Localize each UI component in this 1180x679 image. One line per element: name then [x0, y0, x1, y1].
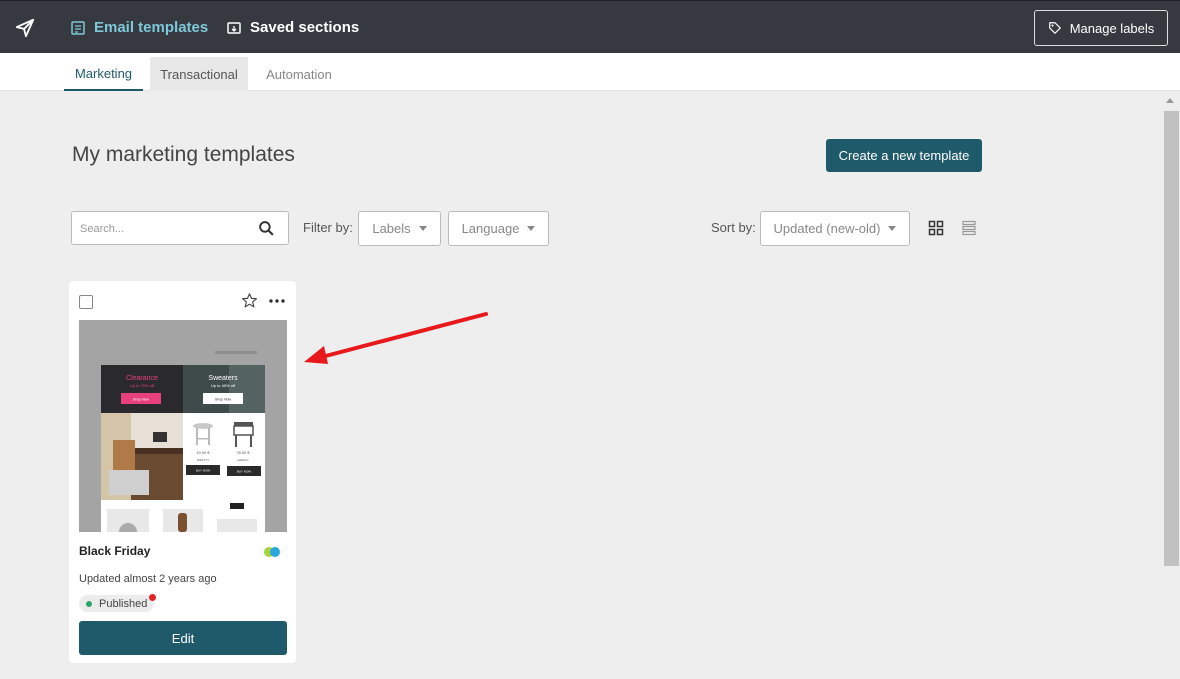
updated-timestamp: Updated almost 2 years ago [79, 573, 217, 585]
sort-dropdown-value: Updated (new-old) [773, 221, 881, 236]
thumb-buy-now-2: BUY NOW [237, 470, 251, 474]
tab-automation[interactable]: Automation [254, 57, 344, 91]
status-badge-label: Published [99, 597, 148, 610]
search-box [71, 211, 289, 245]
nav-saved-sections[interactable]: Saved sections [226, 1, 359, 54]
sort-dropdown[interactable]: Updated (new-old) [760, 211, 910, 246]
star-icon[interactable] [241, 292, 258, 309]
nav-saved-sections-label: Saved sections [250, 19, 360, 36]
scrollbar-thumb[interactable] [1164, 111, 1179, 566]
thumb-sweaters-sub: Up to 40% off [211, 383, 236, 388]
thumb-sweaters-text: Sweaters [208, 375, 238, 382]
thumb-buy-now-1: BUY NOW [196, 469, 210, 473]
manage-labels-button[interactable]: Manage labels [1034, 10, 1168, 46]
more-options-icon[interactable] [269, 299, 285, 303]
template-title[interactable]: Black Friday [79, 544, 150, 558]
annotation-arrow-icon [304, 312, 488, 364]
thumb-name-2: HARALT [237, 458, 249, 462]
tab-transactional[interactable]: Transactional [150, 57, 248, 91]
nav-email-templates[interactable]: Email templates [70, 1, 208, 54]
template-icon [71, 20, 85, 35]
email-preview-image: Clearance Up to 70% off Shop Now Sweater… [79, 320, 287, 532]
status-badge: Published [79, 595, 155, 612]
notification-dot-icon [149, 594, 156, 601]
thumb-shop-now-1: Shop Now [133, 398, 150, 402]
language-indicator-icon [264, 547, 282, 557]
filter-by-label: Filter by: [303, 220, 353, 235]
manage-labels-label: Manage labels [1069, 20, 1155, 36]
nav-email-templates-label: Email templates [94, 19, 209, 36]
template-card: Clearance Up to 70% off Shop Now Sweater… [69, 281, 296, 663]
language-dropdown[interactable]: Language [448, 211, 549, 246]
thumb-clearance-sub: Up to 70% off [130, 383, 155, 388]
chevron-down-icon [527, 226, 536, 231]
saved-folder-icon [227, 21, 241, 34]
chevron-down-icon [888, 226, 897, 231]
tag-icon [1048, 22, 1061, 34]
grid-view-icon[interactable] [928, 220, 944, 236]
published-dot-icon [86, 600, 92, 607]
tab-bar: Marketing Transactional Automation [0, 53, 1180, 91]
thumb-price-1: 19.90 € [196, 450, 210, 455]
sort-by-label: Sort by: [711, 220, 756, 235]
labels-dropdown-label: Labels [372, 221, 411, 236]
thumb-clearance-text: Clearance [126, 375, 158, 382]
top-bar: Email templates Saved sections Manage la… [0, 0, 1180, 53]
list-view-icon[interactable] [961, 220, 977, 236]
page-title: My marketing templates [72, 143, 295, 166]
thumb-name-1: GRETTY [197, 458, 209, 462]
template-thumbnail[interactable]: Clearance Up to 70% off Shop Now Sweater… [79, 320, 287, 532]
search-input[interactable] [80, 219, 250, 239]
create-template-button[interactable]: Create a new template [826, 139, 982, 172]
edit-button[interactable]: Edit [79, 621, 287, 655]
search-icon[interactable] [258, 220, 275, 237]
scroll-up-arrow-icon[interactable] [1166, 98, 1174, 103]
labels-dropdown[interactable]: Labels [358, 211, 441, 246]
chevron-down-icon [418, 226, 427, 231]
tab-marketing[interactable]: Marketing [64, 57, 143, 91]
thumb-price-2: 78.00 € [236, 450, 250, 455]
thumb-shop-now-2: Shop Now [215, 398, 232, 402]
send-logo-icon[interactable] [0, 1, 50, 54]
select-checkbox[interactable] [79, 295, 93, 309]
language-dropdown-label: Language [461, 221, 520, 236]
